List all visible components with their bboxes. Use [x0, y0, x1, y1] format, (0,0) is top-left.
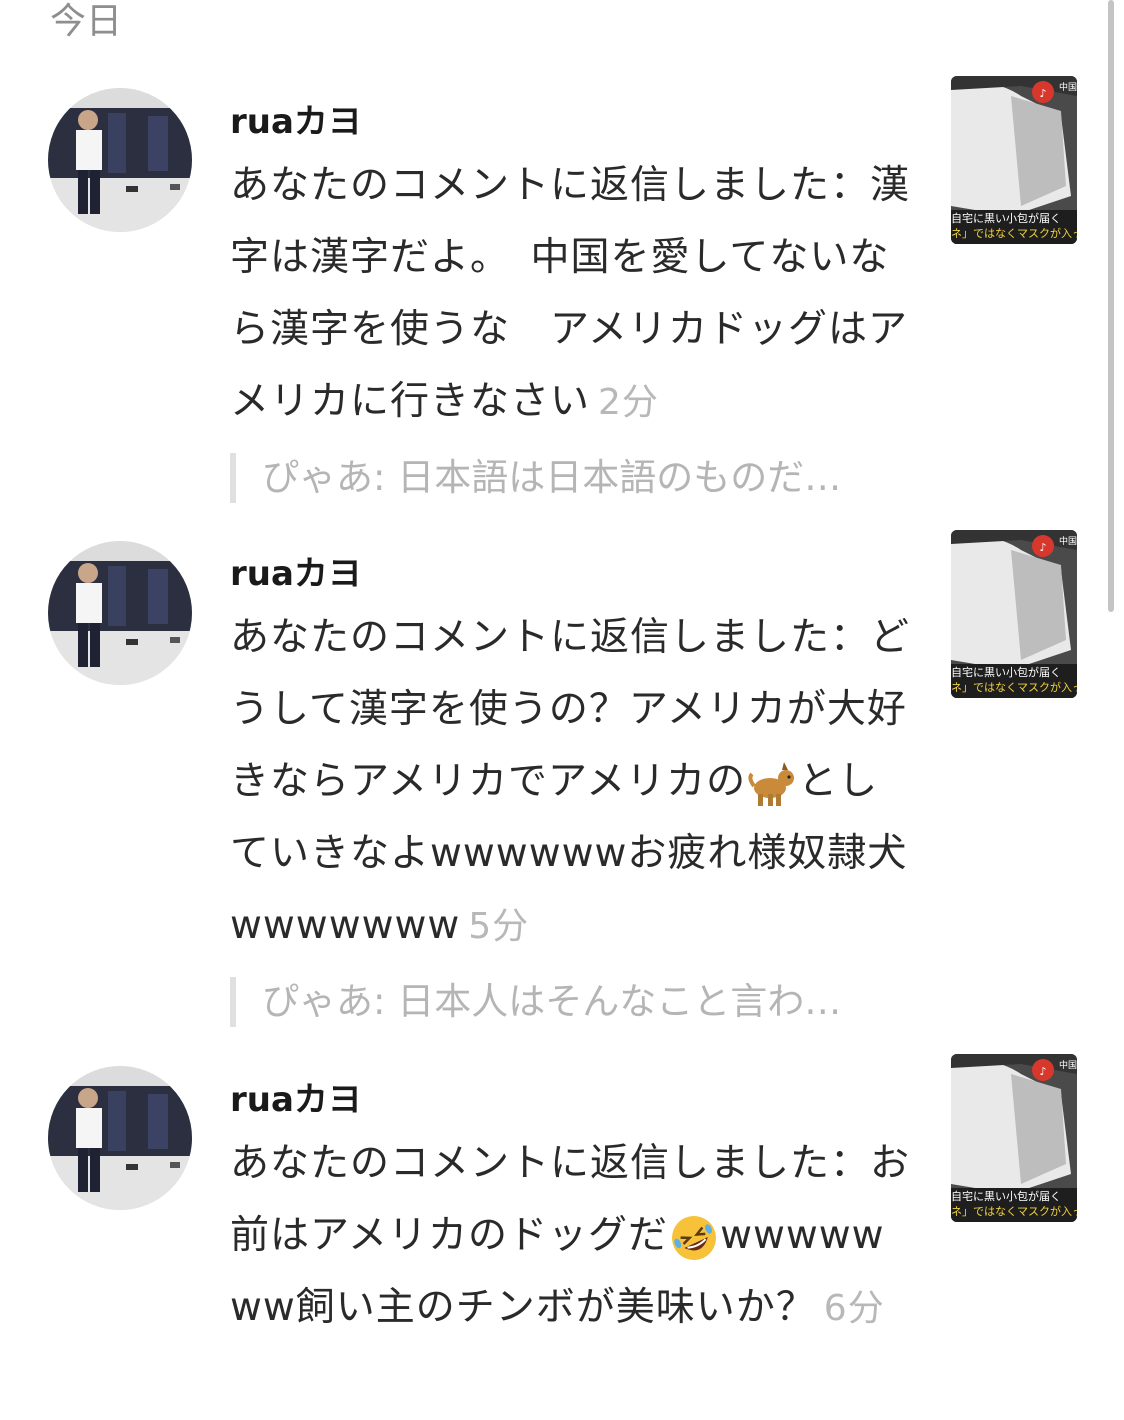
thumbnail-caption-line2: ネ」ではなくマスクが入っ	[951, 226, 1077, 240]
username[interactable]: ruaカヨ	[230, 552, 910, 596]
section-header-today: 今日	[50, 1, 123, 42]
avatar[interactable]	[48, 88, 192, 232]
avatar[interactable]	[48, 541, 192, 685]
thumbnail-caption-top: 中国からタネ	[1059, 1059, 1077, 1071]
scrollbar[interactable]	[1108, 0, 1114, 612]
notification-message: あなたのコメントに返信しました：お前はアメリカのドッグだ wwwwwww飼い主のチ…	[230, 1128, 910, 1345]
thumbnail-caption-top: 中国からタネ	[1059, 535, 1077, 547]
notification-message: あなたのコメントに返信しました：漢字は漢字だよ。 中国を愛してないなら漢字を使う…	[230, 150, 910, 439]
thumbnail-caption-line1: 自宅に黒い小包が届く	[951, 665, 1061, 679]
timestamp: 2分	[598, 382, 659, 423]
quoted-comment[interactable]: ぴゃあ: 日本人はそんなこと言わ…	[230, 977, 902, 1027]
svg-text:♪: ♪	[1039, 1065, 1046, 1078]
thumbnail-caption-top: 中国からタネ	[1059, 81, 1077, 93]
avatar[interactable]	[48, 1066, 192, 1210]
video-thumbnail[interactable]: ♪ 中国からタネ 自宅に黒い小包が届く ネ」ではなくマスクが入っ	[951, 530, 1077, 698]
username[interactable]: ruaカヨ	[230, 100, 910, 144]
video-thumbnail[interactable]: ♪ 中国からタネ 自宅に黒い小包が届く ネ」ではなくマスクが入っ	[951, 1054, 1077, 1222]
timestamp: 6分	[823, 1288, 885, 1329]
username[interactable]: ruaカヨ	[230, 1078, 910, 1122]
svg-text:♪: ♪	[1039, 541, 1046, 554]
notification-message: あなたのコメントに返信しました：どうして漢字を使うの？アメリカが大好きならアメリ…	[230, 602, 910, 963]
thumbnail-caption-line2: ネ」ではなくマスクが入っ	[951, 680, 1077, 694]
rolling-laughing-emoji	[672, 1215, 717, 1260]
thumbnail-caption-line1: 自宅に黒い小包が届く	[951, 1189, 1061, 1203]
dog-emoji	[748, 761, 795, 806]
svg-text:♪: ♪	[1039, 87, 1046, 100]
notification-content: ruaカヨ あなたのコメントに返信しました：漢字は漢字だよ。 中国を愛してないな…	[230, 100, 910, 503]
quoted-comment[interactable]: ぴゃあ: 日本語は日本語のものだ…	[230, 453, 902, 503]
thumbnail-caption-line2: ネ」ではなくマスクが入っ	[951, 1204, 1077, 1218]
timestamp: 5分	[468, 906, 530, 947]
notifications-page: 今日 ruaカヨ あなたのコメントに返信しました：漢字は漢字だよ。 中国を愛して…	[0, 0, 1124, 1420]
notification-content: ruaカヨ あなたのコメントに返信しました：お前はアメリカのドッグだ wwwwww…	[230, 1078, 910, 1345]
message-text: あなたのコメントに返信しました：漢字は漢字だよ。 中国を愛してないなら漢字を使う…	[230, 163, 911, 424]
thumbnail-caption-line1: 自宅に黒い小包が届く	[951, 211, 1061, 225]
notification-content: ruaカヨ あなたのコメントに返信しました：どうして漢字を使うの？アメリカが大好…	[230, 552, 910, 1027]
video-thumbnail[interactable]: ♪ 中国からタネ 自宅に黒い小包が届く ネ」ではなくマスクが入っ	[951, 76, 1077, 244]
